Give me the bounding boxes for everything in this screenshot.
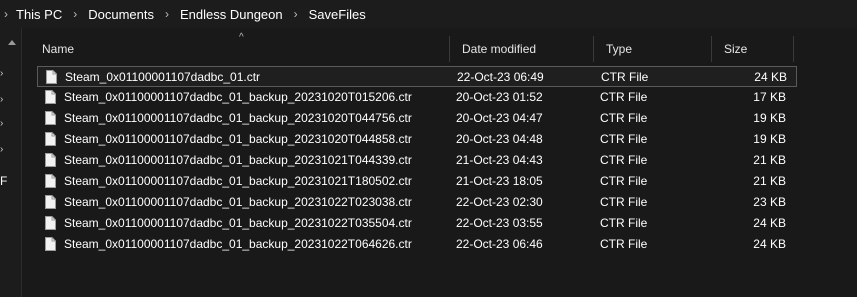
file-name: Steam_0x01100001107dadbc_01.ctr [65,70,261,84]
file-size: 24 KB [753,216,786,230]
file-row[interactable]: Steam_0x01100001107dadbc_01_backup_20231… [37,192,797,213]
collapse-chevron-icon[interactable]: › [0,68,4,80]
file-type: CTR File [600,237,648,251]
scroll-up-arrow-icon[interactable] [8,40,16,45]
file-name: Steam_0x01100001107dadbc_01_backup_20231… [64,153,412,167]
column-header-row: ^ Name Date modified Type Size [30,32,800,62]
file-size: 24 KB [753,237,786,251]
collapse-chevron-icon[interactable]: › [0,94,4,106]
file-type: CTR File [600,174,648,188]
file-size: 21 KB [753,153,786,167]
file-type: CTR File [600,195,648,209]
file-row[interactable]: Steam_0x01100001107dadbc_01.ctr 22-Oct-2… [37,66,797,87]
document-file-icon [45,216,56,230]
file-row[interactable]: Steam_0x01100001107dadbc_01_backup_20231… [37,150,797,171]
document-file-icon [45,237,56,251]
file-row[interactable]: Steam_0x01100001107dadbc_01_backup_20231… [37,129,797,150]
file-date-modified: 22-Oct-23 02:30 [456,195,543,209]
file-date-modified: 22-Oct-23 06:46 [456,237,543,251]
file-name: Steam_0x01100001107dadbc_01_backup_20231… [64,132,412,146]
breadcrumb-item-this-pc[interactable]: This PC [12,7,66,22]
column-header-size[interactable]: Size [712,36,794,62]
file-explorer-window: › This PC › Documents › Endless Dungeon … [0,0,857,297]
navigation-pane: › › › › F [0,28,22,297]
file-date-modified: 20-Oct-23 04:47 [456,111,543,125]
file-name: Steam_0x01100001107dadbc_01_backup_20231… [64,174,412,188]
file-name: Steam_0x01100001107dadbc_01_backup_20231… [64,90,412,104]
file-size: 23 KB [753,195,786,209]
document-file-icon [45,195,56,209]
file-row[interactable]: Steam_0x01100001107dadbc_01_backup_20231… [37,171,797,192]
file-date-modified: 22-Oct-23 03:55 [456,216,543,230]
file-row[interactable]: Steam_0x01100001107dadbc_01_backup_20231… [37,108,797,129]
file-date-modified: 22-Oct-23 06:49 [457,70,544,84]
file-date-modified: 21-Oct-23 04:43 [456,153,543,167]
file-name: Steam_0x01100001107dadbc_01_backup_20231… [64,216,412,230]
file-row[interactable]: Steam_0x01100001107dadbc_01_backup_20231… [37,234,797,255]
chevron-right-icon[interactable]: › [287,7,305,21]
file-size: 24 KB [754,70,787,84]
file-size: 19 KB [753,111,786,125]
document-file-icon [45,90,56,104]
breadcrumb: › This PC › Documents › Endless Dungeon … [0,0,857,28]
chevron-right-icon[interactable]: › [158,7,176,21]
file-name: Steam_0x01100001107dadbc_01_backup_20231… [64,195,412,209]
breadcrumb-item-documents[interactable]: Documents [84,7,158,22]
collapse-chevron-icon[interactable]: › [0,144,4,156]
document-file-icon [45,132,56,146]
file-row[interactable]: Steam_0x01100001107dadbc_01_backup_20231… [37,213,797,234]
chevron-right-icon[interactable]: › [66,7,84,21]
file-size: 19 KB [753,132,786,146]
file-date-modified: 21-Oct-23 18:05 [456,174,543,188]
document-file-icon [46,70,57,84]
file-type: CTR File [600,153,648,167]
file-name: Steam_0x01100001107dadbc_01_backup_20231… [64,111,412,125]
file-date-modified: 20-Oct-23 04:48 [456,132,543,146]
column-header-type[interactable]: Type [594,36,712,62]
collapse-chevron-icon[interactable]: › [0,118,4,130]
file-type: CTR File [600,132,648,146]
breadcrumb-item-endless-dungeon[interactable]: Endless Dungeon [176,7,287,22]
file-type: CTR File [600,90,648,104]
column-header-name[interactable]: Name [30,36,450,62]
file-type: CTR File [601,70,649,84]
file-size: 17 KB [753,90,786,104]
chevron-right-icon[interactable]: › [0,7,12,21]
breadcrumb-item-savefiles[interactable]: SaveFiles [305,7,370,22]
document-file-icon [45,111,56,125]
file-size: 21 KB [753,174,786,188]
file-row[interactable]: Steam_0x01100001107dadbc_01_backup_20231… [37,87,797,108]
document-file-icon [45,174,56,188]
file-date-modified: 20-Oct-23 01:52 [456,90,543,104]
file-type: CTR File [600,216,648,230]
file-list: Steam_0x01100001107dadbc_01.ctr 22-Oct-2… [37,66,797,255]
file-name: Steam_0x01100001107dadbc_01_backup_20231… [64,237,412,251]
vertical-scrollbar[interactable] [843,28,857,297]
file-type: CTR File [600,111,648,125]
column-header-date-modified[interactable]: Date modified [450,36,594,62]
nav-item-label-clipped[interactable]: F [0,174,7,188]
document-file-icon [45,153,56,167]
